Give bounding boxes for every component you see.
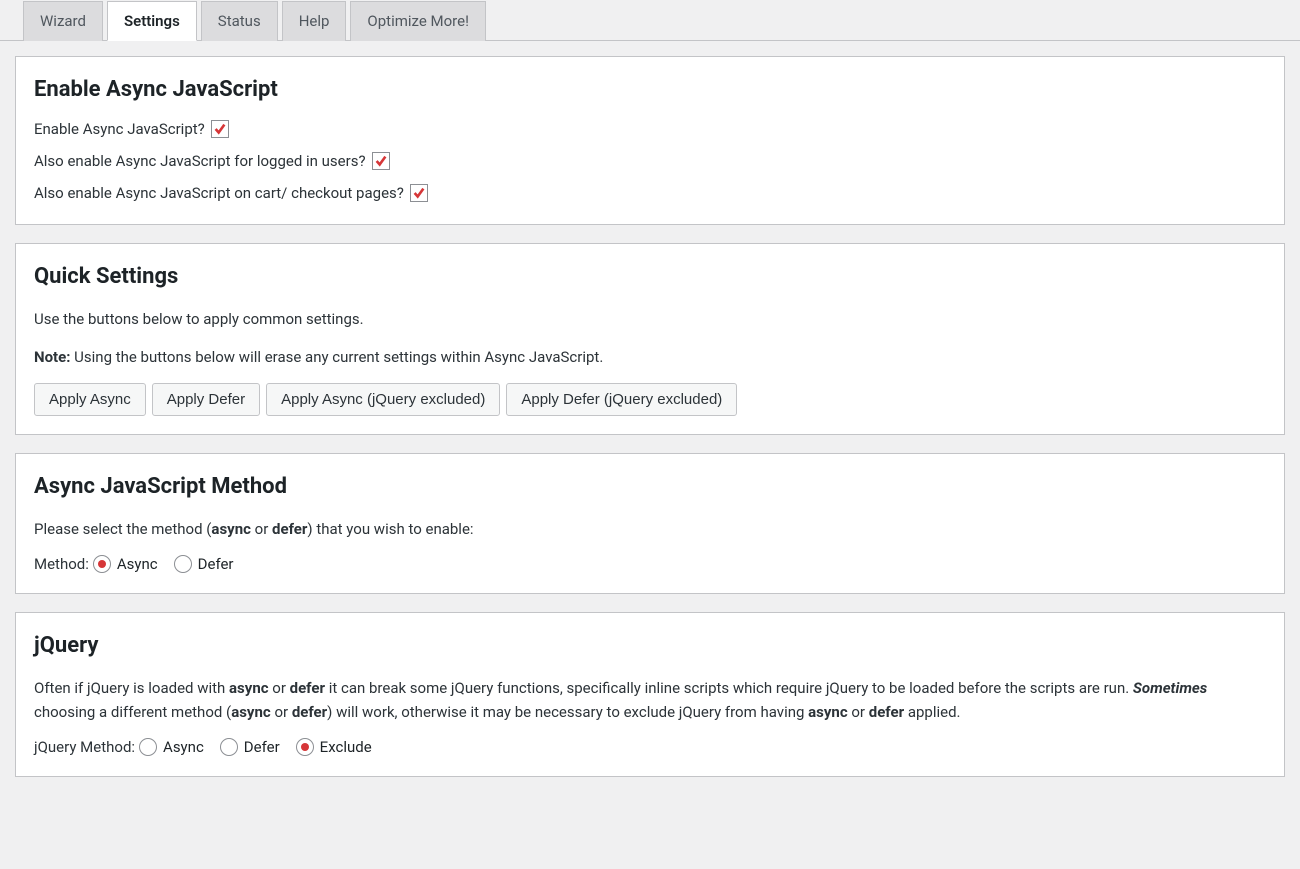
jq-t5: it can break some jQuery functions, spec… <box>325 679 1133 697</box>
jquery-explainer: Often if jQuery is loaded with async or … <box>34 676 1266 724</box>
jq-t9: or <box>271 703 292 721</box>
check-icon <box>374 154 388 168</box>
radio-jquery-async-label: Async <box>163 738 204 756</box>
panel-quick-heading: Quick Settings <box>34 264 1266 289</box>
method-label: Method: <box>34 555 89 573</box>
apply-async-jquery-excl-button[interactable]: Apply Async (jQuery excluded) <box>266 383 500 416</box>
jq-t4: defer <box>290 679 325 697</box>
tab-wizard[interactable]: Wizard <box>23 1 103 41</box>
jq-t3: or <box>269 679 290 697</box>
tab-help[interactable]: Help <box>282 1 347 41</box>
tab-status[interactable]: Status <box>201 1 278 41</box>
label-enable-async: Enable Async JavaScript? <box>34 120 205 138</box>
panel-enable: Enable Async JavaScript Enable Async Jav… <box>15 56 1285 225</box>
jq-t11: ) will work, otherwise it may be necessa… <box>327 703 808 721</box>
jq-t8: async <box>231 703 271 721</box>
checkbox-enable-cart[interactable] <box>410 184 428 202</box>
panel-jquery: jQuery Often if jQuery is loaded with as… <box>15 612 1285 777</box>
radio-jquery-async[interactable] <box>139 738 157 756</box>
panel-method-heading: Async JavaScript Method <box>34 474 1266 499</box>
jq-t6: Sometimes <box>1133 679 1207 697</box>
method-text-a: Please select the method ( <box>34 520 211 538</box>
apply-defer-button[interactable]: Apply Defer <box>152 383 260 416</box>
label-enable-loggedin: Also enable Async JavaScript for logged … <box>34 152 366 170</box>
jq-t2: async <box>229 679 269 697</box>
apply-async-button[interactable]: Apply Async <box>34 383 146 416</box>
radio-jquery-defer[interactable] <box>220 738 238 756</box>
tab-settings[interactable]: Settings <box>107 1 197 41</box>
radio-method-defer[interactable] <box>174 555 192 573</box>
tab-optimize-more[interactable]: Optimize More! <box>350 1 486 41</box>
method-text-e: ) that you wish to enable: <box>307 520 473 538</box>
jq-t12: async <box>808 703 848 721</box>
radio-jquery-exclude-label: Exclude <box>320 738 372 756</box>
method-text-b: async <box>211 520 251 538</box>
panel-enable-heading: Enable Async JavaScript <box>34 77 1266 102</box>
label-enable-cart: Also enable Async JavaScript on cart/ ch… <box>34 184 404 202</box>
check-icon <box>213 122 227 136</box>
quick-intro-text: Use the buttons below to apply common se… <box>34 307 1266 331</box>
checkbox-enable-loggedin[interactable] <box>372 152 390 170</box>
radio-jquery-exclude[interactable] <box>296 738 314 756</box>
radio-method-async-label: Async <box>117 555 158 573</box>
method-text-d: defer <box>272 520 307 538</box>
panel-quick-settings: Quick Settings Use the buttons below to … <box>15 243 1285 435</box>
quick-note: Note: Using the buttons below will erase… <box>34 345 1266 369</box>
method-text-c: or <box>251 520 272 538</box>
jq-t14: defer <box>869 703 904 721</box>
jq-t13: or <box>848 703 869 721</box>
jquery-method-label: jQuery Method: <box>34 738 135 756</box>
jq-t15: applied. <box>904 703 960 721</box>
panel-jquery-heading: jQuery <box>34 633 1266 658</box>
radio-method-defer-label: Defer <box>198 555 234 573</box>
radio-jquery-defer-label: Defer <box>244 738 280 756</box>
quick-note-text: Using the buttons below will erase any c… <box>70 348 603 366</box>
panel-method: Async JavaScript Method Please select th… <box>15 453 1285 594</box>
jq-t10: defer <box>292 703 327 721</box>
apply-defer-jquery-excl-button[interactable]: Apply Defer (jQuery excluded) <box>506 383 737 416</box>
jq-t7: choosing a different method ( <box>34 703 231 721</box>
jq-t1: Often if jQuery is loaded with <box>34 679 229 697</box>
check-icon <box>412 186 426 200</box>
method-intro: Please select the method (async or defer… <box>34 517 1266 541</box>
radio-method-async[interactable] <box>93 555 111 573</box>
quick-note-label: Note: <box>34 348 70 366</box>
checkbox-enable-async[interactable] <box>211 120 229 138</box>
tab-bar: Wizard Settings Status Help Optimize Mor… <box>0 0 1300 41</box>
